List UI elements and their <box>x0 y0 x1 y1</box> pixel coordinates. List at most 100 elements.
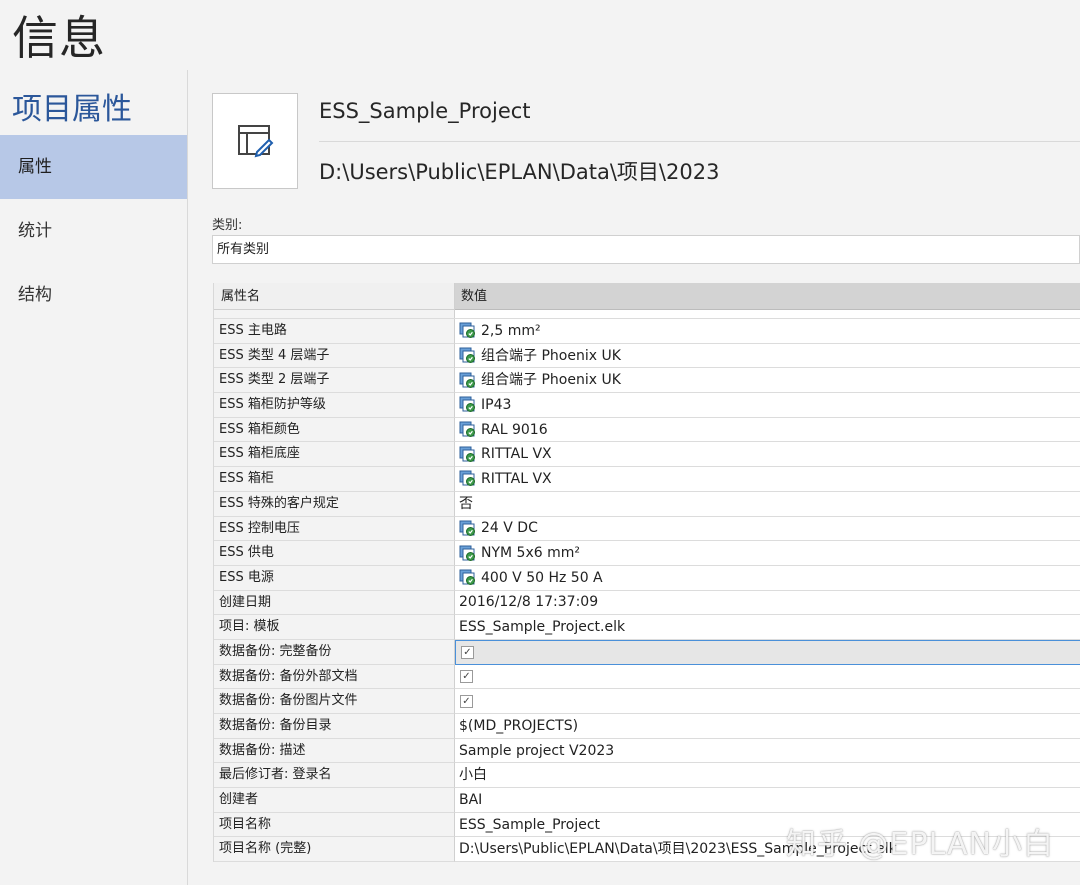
property-value-text: NYM 5x6 mm² <box>481 545 580 562</box>
table-row[interactable]: 数据备份: 备份外部文档 ✓ <box>214 664 1080 690</box>
property-name-cell: 数据备份: 描述 <box>214 738 455 764</box>
property-value-text: 400 V 50 Hz 50 A <box>481 569 603 586</box>
table-row[interactable]: 数据备份: 备份图片文件 ✓ <box>214 689 1080 714</box>
table-row-partial <box>214 310 1080 319</box>
property-value-icon <box>459 396 475 413</box>
property-name-cell: 数据备份: 备份图片文件 <box>214 689 455 714</box>
property-name-cell: 项目: 模板 <box>214 615 455 640</box>
table-row[interactable]: 项目名称 ESS_Sample_Project <box>214 812 1080 838</box>
property-value-cell[interactable]: ✓ <box>455 639 1080 665</box>
column-header-name[interactable]: 属性名 <box>214 283 455 310</box>
checkbox[interactable]: ✓ <box>461 645 474 659</box>
property-value-text: ESS_Sample_Project <box>459 816 601 833</box>
property-value-cell[interactable]: ✓ <box>455 664 1080 690</box>
property-value-cell[interactable]: 2016/12/8 17:37:09 <box>455 590 1080 616</box>
property-name-cell: 创建日期 <box>214 590 455 616</box>
table-row[interactable]: 数据备份: 描述 Sample project V2023 <box>214 738 1080 764</box>
property-value-cell[interactable]: NYM 5x6 mm² <box>455 541 1080 566</box>
property-value-text: 2016/12/8 17:37:09 <box>459 594 599 611</box>
property-value-cell[interactable]: IP43 <box>455 393 1080 418</box>
property-name-cell: ESS 特殊的客户规定 <box>214 491 455 517</box>
property-value-cell[interactable]: 否 <box>455 491 1080 517</box>
property-value-cell[interactable]: BAI <box>455 788 1080 813</box>
project-path: D:\Users\Public\EPLAN\Data\项目\2023 <box>319 160 720 184</box>
table-row[interactable]: ESS 控制电压 24 V DC <box>214 516 1080 542</box>
table-row[interactable]: 创建者 BAI <box>214 788 1080 813</box>
property-name-cell: ESS 箱柜防护等级 <box>214 393 455 418</box>
property-value-cell[interactable]: 组合端子 Phoenix UK <box>455 368 1080 394</box>
property-value-cell[interactable]: 400 V 50 Hz 50 A <box>455 565 1080 591</box>
table-row[interactable]: 创建日期 2016/12/8 17:37:09 <box>214 590 1080 616</box>
sidebar-item-label: 结构 <box>18 285 52 305</box>
table-row[interactable]: ESS 电源 400 V 50 Hz 50 A <box>214 565 1080 591</box>
property-value-cell[interactable]: 24 V DC <box>455 516 1080 542</box>
property-value-text: RITTAL VX <box>481 470 552 487</box>
property-name-cell: ESS 类型 2 层端子 <box>214 368 455 394</box>
property-value-cell[interactable]: ESS_Sample_Project.elk <box>455 615 1080 640</box>
property-name-cell: ESS 主电路 <box>214 319 455 344</box>
table-row[interactable]: 数据备份: 完整备份 ✓ <box>214 639 1080 665</box>
checkbox[interactable]: ✓ <box>460 694 473 708</box>
table-row[interactable]: 最后修订者: 登录名 小白 <box>214 763 1080 789</box>
property-value-cell[interactable]: D:\Users\Public\EPLAN\Data\项目\2023\ESS_S… <box>455 837 1080 863</box>
table-row[interactable]: ESS 类型 4 层端子 组合端子 Phoenix UK <box>214 343 1080 369</box>
project-separator <box>319 141 1080 142</box>
page-title: 信息 <box>12 11 106 65</box>
table-row[interactable]: ESS 特殊的客户规定否 <box>214 491 1080 517</box>
property-value-cell[interactable]: Sample project V2023 <box>455 738 1080 764</box>
property-value-cell[interactable]: $(MD_PROJECTS) <box>455 714 1080 739</box>
table-row[interactable]: 项目名称 (完整) D:\Users\Public\EPLAN\Data\项目\2… <box>214 837 1080 863</box>
property-value-icon <box>459 372 475 388</box>
sidebar-item-properties[interactable]: 属性 <box>0 135 187 199</box>
sidebar-nav: 属性 统计 结构 <box>0 135 187 327</box>
property-name-cell: 数据备份: 备份目录 <box>214 714 455 739</box>
project-thumbnail[interactable] <box>212 93 298 189</box>
table-row[interactable]: ESS 主电路 2,5 mm² <box>214 319 1080 344</box>
property-value-cell[interactable]: RAL 9016 <box>455 417 1080 443</box>
property-name-cell: ESS 箱柜底座 <box>214 442 455 468</box>
property-value-icon <box>459 470 475 487</box>
category-select[interactable]: 所有类别 <box>212 235 1080 264</box>
sidebar-item-label: 属性 <box>18 157 52 177</box>
property-name-cell: 数据备份: 完整备份 <box>214 639 455 665</box>
property-value-icon <box>459 322 475 339</box>
property-value-cell[interactable]: 组合端子 Phoenix UK <box>455 343 1080 369</box>
sidebar-item-statistics[interactable]: 统计 <box>0 199 187 263</box>
property-value-cell[interactable]: 2,5 mm² <box>455 319 1080 344</box>
sidebar-item-structure[interactable]: 结构 <box>0 263 187 327</box>
table-row[interactable]: ESS 类型 2 层端子 组合端子 Phoenix UK <box>214 368 1080 394</box>
property-name-cell: ESS 箱柜 <box>214 467 455 492</box>
table-row[interactable]: ESS 箱柜 RITTAL VX <box>214 467 1080 492</box>
cell-name <box>214 310 455 318</box>
property-value-cell[interactable]: ✓ <box>455 689 1080 714</box>
property-name-cell: ESS 箱柜颜色 <box>214 417 455 443</box>
project-edit-icon <box>238 125 274 158</box>
property-value-text: ESS_Sample_Project.elk <box>459 619 626 636</box>
grid-body: ESS 主电路 2,5 mm² ESS 类型 4 层端子 组合端子 Phoenix U… <box>214 319 1080 863</box>
property-name-cell: 项目名称 (完整) <box>214 837 455 863</box>
property-value-icon <box>459 545 475 561</box>
sidebar-item-label: 统计 <box>18 221 52 241</box>
property-value-cell[interactable]: ESS_Sample_Project <box>455 812 1080 838</box>
table-row[interactable]: ESS 供电 NYM 5x6 mm² <box>214 541 1080 566</box>
property-value-icon <box>459 569 475 586</box>
column-header-value[interactable]: 数值 <box>455 283 1080 310</box>
table-row[interactable]: ESS 箱柜防护等级 IP43 <box>214 393 1080 418</box>
property-value-cell[interactable]: RITTAL VX <box>455 442 1080 468</box>
property-value-icon <box>459 446 475 462</box>
property-value-cell[interactable]: RITTAL VX <box>455 467 1080 492</box>
sidebar-heading: 项目属性 <box>12 92 132 127</box>
property-value-cell[interactable]: 小白 <box>455 763 1080 789</box>
property-name-cell: 创建者 <box>214 788 455 813</box>
table-row[interactable]: 数据备份: 备份目录 $(MD_PROJECTS) <box>214 714 1080 739</box>
table-row[interactable]: ESS 箱柜颜色 RAL 9016 <box>214 417 1080 443</box>
property-name-cell: ESS 类型 4 层端子 <box>214 343 455 369</box>
property-name-cell: ESS 控制电压 <box>214 516 455 542</box>
property-value-icon <box>459 421 475 438</box>
table-row[interactable]: ESS 箱柜底座 RITTAL VX <box>214 442 1080 468</box>
table-row[interactable]: 项目: 模板 ESS_Sample_Project.elk <box>214 615 1080 640</box>
checkbox[interactable]: ✓ <box>460 669 473 683</box>
property-name-cell: ESS 电源 <box>214 565 455 591</box>
cell-value <box>455 310 1080 318</box>
property-value-text: $(MD_PROJECTS) <box>459 717 579 734</box>
